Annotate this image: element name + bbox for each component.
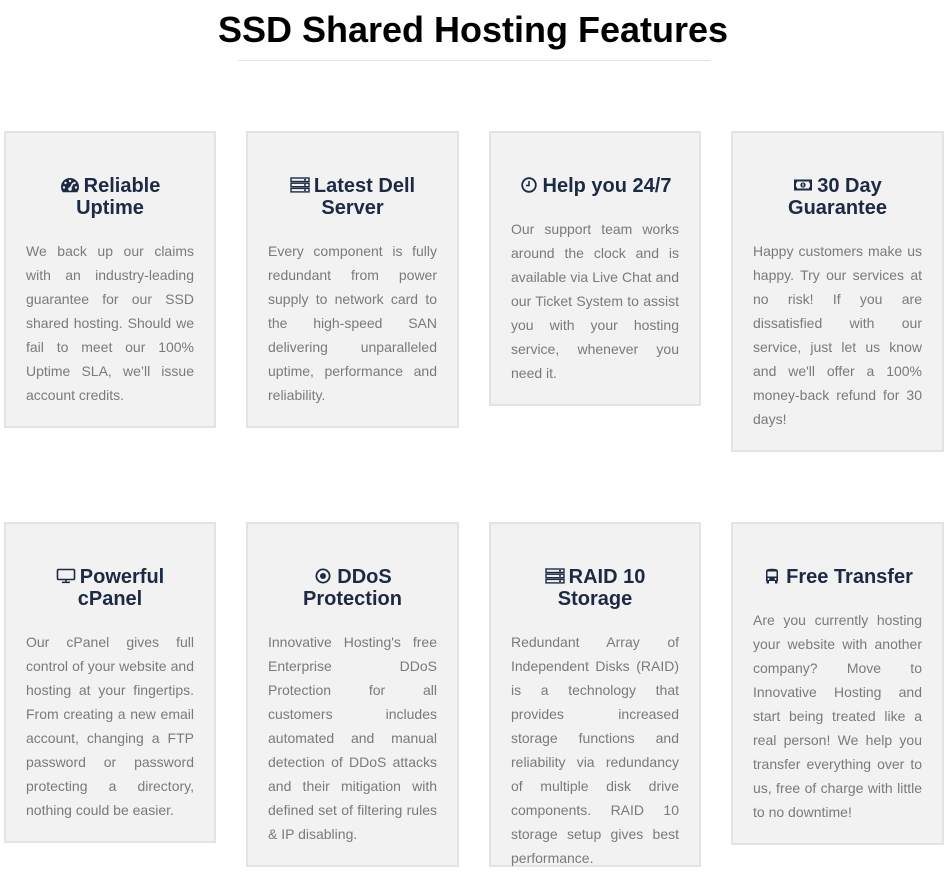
dashboard-gauge-icon (60, 177, 80, 193)
feature-title-text: Powerful cPanel (77, 566, 165, 610)
feature-description: Our support team works around the clock … (511, 221, 679, 381)
feature-title-text: Help you 24/7 (542, 175, 672, 197)
feature-description: We back up our claims with an industry-l… (26, 243, 194, 403)
feature-card-reliable-uptime: Reliable Uptime We back up our claims wi… (4, 131, 216, 428)
feature-description: Happy customers make us happy. Try our s… (753, 243, 922, 427)
feature-title: Reliable Uptime (26, 175, 194, 219)
server-icon (544, 568, 565, 584)
title-divider (238, 60, 710, 61)
feature-card-30-day-guarantee: 30 Day Guarantee Happy customers make us… (731, 131, 944, 452)
feature-card-raid-10-storage: RAID 10 Storage Redundant Array of Indep… (489, 522, 701, 867)
feature-title: RAID 10 Storage (511, 566, 679, 610)
feature-description: Redundant Array of Independent Disks (RA… (511, 634, 679, 866)
page-title: SSD Shared Hosting Features (217, 9, 729, 50)
feature-title-text: Reliable Uptime (76, 175, 161, 219)
feature-description: Our cPanel gives full control of your we… (26, 634, 194, 818)
dot-circle-icon (313, 568, 333, 584)
feature-card-powerful-cpanel: Powerful cPanel Our cPanel gives full co… (4, 522, 216, 843)
feature-title: Latest Dell Server (268, 175, 437, 219)
feature-description: Every component is fully redundant from … (268, 243, 437, 403)
feature-description: Are you currently hosting your website w… (753, 612, 922, 820)
feature-title-text: Free Transfer (786, 566, 913, 588)
feature-title-text: Latest Dell Server (313, 175, 416, 219)
feature-card-help-24-7: Help you 24/7 Our support team works aro… (489, 131, 701, 406)
feature-title: 30 Day Guarantee (753, 175, 922, 219)
bus-icon (762, 568, 782, 584)
money-bill-icon (793, 177, 813, 193)
feature-description: Innovative Hosting's free Enterprise DDo… (268, 634, 437, 842)
server-icon (290, 177, 310, 193)
clock-icon (519, 177, 539, 193)
desktop-monitor-icon (56, 568, 76, 584)
feature-card-latest-dell-server: Latest Dell Server Every component is fu… (246, 131, 459, 428)
feature-title: Free Transfer (753, 566, 922, 588)
feature-title: DDoS Protection (268, 566, 437, 610)
feature-title: Powerful cPanel (26, 566, 194, 610)
feature-title: Help you 24/7 (511, 175, 679, 197)
feature-title-text: RAID 10 Storage (557, 566, 646, 610)
feature-card-free-transfer: Free Transfer Are you currently hosting … (731, 522, 944, 845)
feature-card-ddos-protection: DDoS Protection Innovative Hosting's fre… (246, 522, 459, 867)
